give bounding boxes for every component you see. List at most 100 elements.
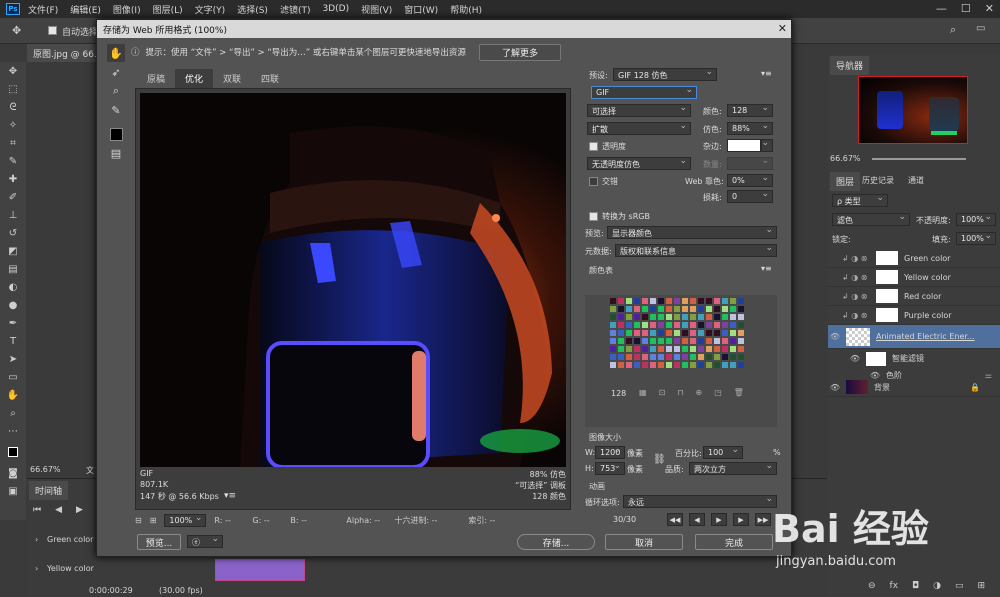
color-swatch[interactable] [689,337,697,345]
format-select[interactable]: GIF [591,86,697,99]
color-swatch[interactable] [721,337,729,345]
layer-animated-electric[interactable]: 👁 Animated Electric Ener... [828,325,1000,349]
color-swatch[interactable] [737,321,745,329]
color-swatch[interactable] [697,337,705,345]
history-brush-icon[interactable]: ↺ [0,224,26,242]
color-swatch[interactable] [625,329,633,337]
color-swatch[interactable] [665,345,673,353]
color-swatch[interactable] [609,337,617,345]
zoom-select[interactable]: 100% [164,513,207,527]
color-swatch[interactable] [617,297,625,305]
lasso-tool-icon[interactable]: ᘓ [0,98,26,116]
eyedropper-tool-icon[interactable]: ✎ [107,101,125,119]
color-swatch[interactable] [729,297,737,305]
color-swatch[interactable] [657,345,665,353]
color-swatch[interactable] [641,337,649,345]
color-swatch[interactable] [649,313,657,321]
color-swatch[interactable] [697,297,705,305]
color-swatch[interactable] [729,313,737,321]
stamp-tool-icon[interactable]: ⊥ [0,206,26,224]
zoom-in-icon[interactable]: ⊞ [150,516,157,525]
color-swatch[interactable] [649,361,657,369]
color-swatch[interactable] [697,345,705,353]
color-swatch[interactable] [697,313,705,321]
color-swatch[interactable] [625,321,633,329]
track-expand-icon[interactable]: › [35,535,38,544]
preset-select[interactable]: GIF 128 仿色 [613,68,717,81]
color-swatch[interactable] [673,361,681,369]
color-swatch[interactable] [617,305,625,313]
height-input[interactable]: 753 [595,462,625,475]
color-swatch[interactable] [649,345,657,353]
color-swatch[interactable] [713,305,721,313]
blur-tool-icon[interactable]: ◐ [0,278,26,296]
color-swatch[interactable] [697,353,705,361]
eyedropper-color-icon[interactable] [107,125,125,143]
color-swatch[interactable] [633,329,641,337]
color-swatch[interactable] [721,305,729,313]
zoom-out-icon[interactable]: ⊟ [135,516,142,525]
track-yellow[interactable]: Yellow color [47,564,94,573]
color-swatch[interactable] [649,297,657,305]
tab-layers[interactable]: 图层 [830,172,861,191]
color-swatch[interactable] [729,345,737,353]
color-swatch[interactable] [657,361,665,369]
first-frame-icon[interactable]: ⏮ [33,505,41,515]
prev-frame-button[interactable]: ◀ [689,513,705,526]
color-swatch[interactable] [721,313,729,321]
color-swatch[interactable] [665,313,673,321]
color-swatches-icon[interactable] [0,440,26,464]
color-swatch[interactable] [673,313,681,321]
color-swatch[interactable] [633,361,641,369]
menu-window[interactable]: 窗口(W) [404,3,438,16]
color-swatch[interactable] [673,321,681,329]
color-swatch-grid[interactable] [609,297,745,369]
search-icon[interactable]: ⌕ [950,23,956,37]
color-swatch[interactable] [705,361,713,369]
color-swatch[interactable] [689,297,697,305]
hand-tool-icon[interactable]: ✋ [107,44,125,62]
layer-kind-filter[interactable]: ρ 类型 [832,194,888,207]
color-swatch[interactable] [729,361,737,369]
color-swatch[interactable] [657,321,665,329]
color-swatch[interactable] [649,321,657,329]
shape-tool-icon[interactable]: ▭ [0,368,26,386]
blend-mode-select[interactable]: 滤色 [832,213,910,226]
color-swatch[interactable] [617,337,625,345]
layer-purple-color[interactable]: ↲ ◑ ⊗ Purple color [828,306,1000,325]
color-swatch[interactable] [673,345,681,353]
first-frame-button[interactable]: ◀◀ [667,513,683,526]
color-swatch[interactable] [665,337,673,345]
zoom-tool-icon[interactable]: ⌕ [0,404,26,422]
interlaced-checkbox[interactable] [589,177,598,186]
color-swatch[interactable] [657,313,665,321]
color-swatch[interactable] [617,321,625,329]
color-swatch[interactable] [625,297,633,305]
color-swatch[interactable] [625,361,633,369]
menu-edit[interactable]: 编辑(E) [70,3,101,16]
color-swatch[interactable] [617,329,625,337]
menu-select[interactable]: 选择(S) [237,3,268,16]
color-swatch[interactable] [625,337,633,345]
done-button[interactable]: 完成 [695,534,773,550]
color-swatch[interactable] [737,345,745,353]
download-speed-menu-icon[interactable]: ▾≡ [224,491,236,501]
color-swatch[interactable] [697,321,705,329]
color-swatch[interactable] [649,353,657,361]
menu-layer[interactable]: 图层(L) [153,3,183,16]
preview-select[interactable]: 显示器颜色 [607,226,777,239]
preview-button[interactable]: 预览... [137,534,181,550]
color-swatch[interactable] [633,313,641,321]
color-swatch[interactable] [665,361,673,369]
color-table-menu-icon[interactable]: ▾≡ [761,264,772,273]
magic-wand-tool-icon[interactable]: ✧ [0,116,26,134]
color-swatch[interactable] [625,345,633,353]
cancel-button[interactable]: 取消 [605,534,683,550]
percent-input[interactable]: 100 [703,446,743,459]
color-swatch[interactable] [713,321,721,329]
color-swatch[interactable] [713,353,721,361]
color-swatch[interactable] [617,313,625,321]
crop-tool-icon[interactable]: ⌗ [0,134,26,152]
color-swatch[interactable] [625,353,633,361]
color-swatch[interactable] [641,321,649,329]
